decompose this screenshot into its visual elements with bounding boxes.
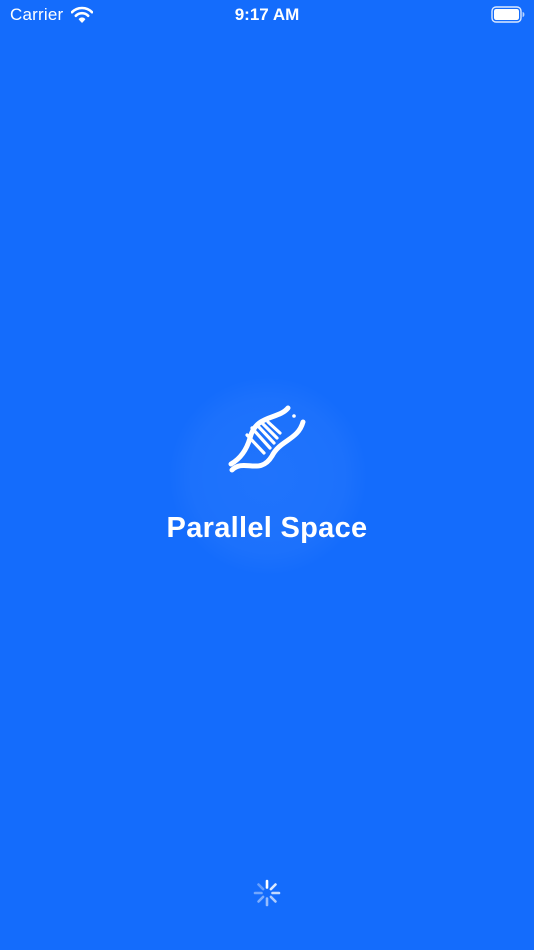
app-name-title: Parallel Space (166, 512, 368, 544)
splash-screen: Parallel Space (0, 0, 534, 950)
activity-spinner-icon (253, 879, 281, 907)
dna-helix-icon (228, 405, 306, 473)
